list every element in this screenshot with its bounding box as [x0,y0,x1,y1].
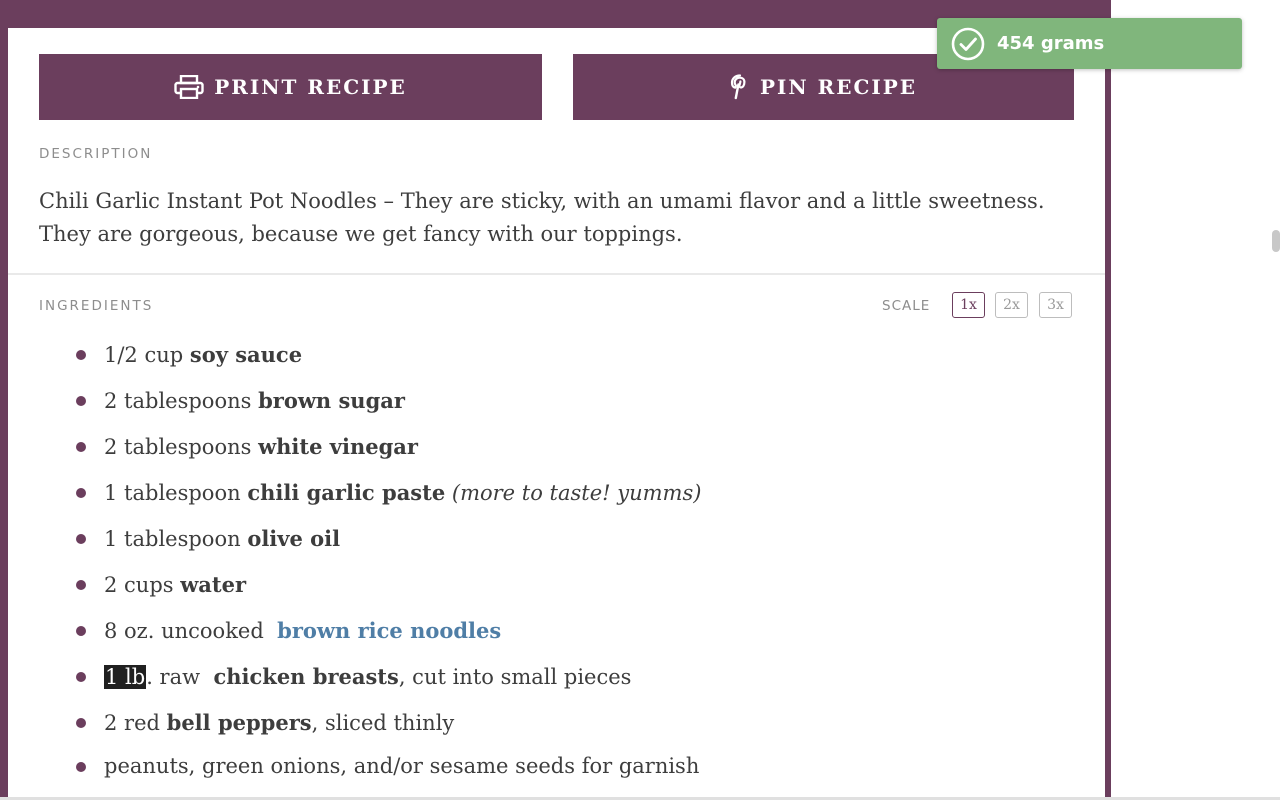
scale-3x-button[interactable]: 3x [1039,292,1072,318]
recipe-card: PRINT RECIPE PIN RECIPE DESCRIPTION Chil… [0,0,1111,800]
selected-amount-highlight[interactable]: 1 lb [104,665,147,689]
bullet-icon [76,626,86,636]
ingredient-text: 2 red bell peppers, sliced thinly [104,710,454,735]
ingredient-name: olive oil [247,526,341,551]
ingredient-amount: 2 tablespoons [104,435,252,459]
scale-label: SCALE [882,298,931,314]
bullet-icon [76,396,86,406]
printer-icon [174,75,204,99]
ingredient-text: 2 cups water [104,572,246,597]
ingredient-suffix: , cut into small pieces [398,665,632,689]
ingredient-name: chili garlic paste [247,480,446,505]
ingredient-name: water [180,572,247,597]
ingredient-name: soy sauce [189,342,303,367]
ingredient-amount: 2 red [104,711,160,735]
ingredient-amount: . raw [146,665,201,689]
ingredient-name: white vinegar [258,434,418,459]
ingredient-text: 1/2 cup soy sauce [104,342,302,367]
ingredient-item: 2 cups water [8,566,1105,606]
ingredient-amount: 1 tablespoon [104,527,241,551]
ingredient-text: 1 tablespoon olive oil [104,526,340,551]
ingredient-item: 1/2 cup soy sauce [8,336,1105,376]
ingredient-amount: 8 oz. uncooked [104,619,264,643]
bullet-icon [76,718,86,728]
ingredient-amount: 2 cups [104,573,174,597]
scale-1x-button[interactable]: 1x [952,292,985,318]
scale-2x-button[interactable]: 2x [995,292,1028,318]
ingredient-text: 8 oz. uncooked brown rice noodles [104,618,501,643]
bullet-icon [76,488,86,498]
pinterest-icon [730,74,746,100]
recipe-page: PRINT RECIPE PIN RECIPE DESCRIPTION Chil… [0,0,1280,800]
ingredient-item: 8 oz. uncooked brown rice noodles [8,612,1105,652]
ingredient-note: (more to taste! yumms) [451,481,702,505]
description-text: Chili Garlic Instant Pot Noodles – They … [39,189,1045,246]
ingredient-text: 2 tablespoons brown sugar [104,388,405,413]
pin-recipe-label: PIN RECIPE [759,75,918,99]
ingredient-name: bell peppers [166,710,312,735]
ingredient-name: chicken breasts [213,664,399,689]
ingredient-text: 2 tablespoons white vinegar [104,434,418,459]
ingredient-text: peanuts, green onions, and/or sesame see… [104,754,700,778]
bullet-icon [76,534,86,544]
section-divider [8,273,1105,275]
page-scrollbar-thumb[interactable] [1272,230,1280,252]
ingredient-text: 1 tablespoon chili garlic paste (more to… [104,480,701,505]
bullet-icon [76,350,86,360]
ingredient-item: 1 tablespoon olive oil [8,520,1105,560]
ingredient-amount: 1/2 cup [104,343,184,367]
brown-rice-noodles-link[interactable]: brown rice noodles [277,618,501,643]
bullet-icon [76,672,86,682]
description-heading: DESCRIPTION [39,146,153,162]
ingredient-item: 1 lb. raw chicken breasts, cut into smal… [8,658,1105,698]
ingredient-amount: 1 tablespoon [104,481,241,505]
ingredient-item: 2 red bell peppers, sliced thinly [8,704,1105,744]
bullet-icon [76,442,86,452]
print-recipe-label: PRINT RECIPE [214,75,407,99]
bullet-icon [76,580,86,590]
ingredient-item: 2 tablespoons brown sugar [8,382,1105,422]
ingredient-name: brown sugar [258,388,405,413]
bullet-icon [76,762,86,772]
check-circle-icon [951,27,985,60]
ingredient-amount: 2 tablespoons [104,389,252,413]
ingredient-item: peanuts, green onions, and/or sesame see… [8,748,1105,788]
ingredient-item: 1 tablespoon chili garlic paste (more to… [8,474,1105,514]
ingredient-suffix: , sliced thinly [311,711,455,735]
conversion-toast: 454 grams [937,18,1242,69]
ingredient-text: 1 lb. raw chicken breasts, cut into smal… [104,664,631,689]
print-recipe-button[interactable]: PRINT RECIPE [39,54,542,120]
ingredient-item: 2 tablespoons white vinegar [8,428,1105,468]
ingredients-heading: INGREDIENTS [39,298,154,314]
recipe-card-body: PRINT RECIPE PIN RECIPE DESCRIPTION Chil… [8,28,1105,800]
toast-text: 454 grams [997,33,1105,54]
